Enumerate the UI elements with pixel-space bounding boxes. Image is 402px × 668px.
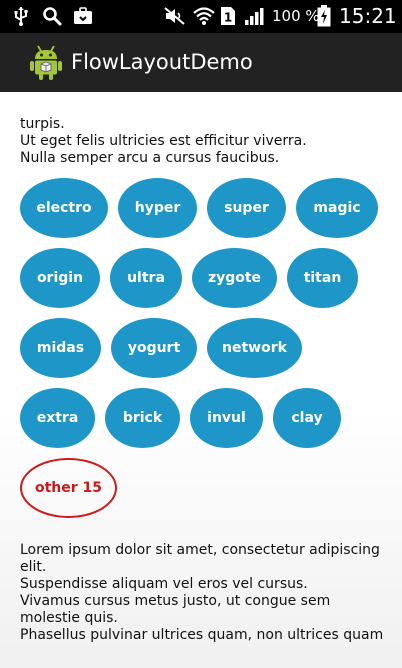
text-line: Ut eget felis ultricies est efficitur vi…	[20, 133, 307, 149]
text-line: Nulla semper arcu a cursus faucibus.	[20, 150, 280, 166]
briefcase-icon	[72, 5, 94, 27]
tag-origin[interactable]: origin	[20, 248, 100, 308]
svg-text:1: 1	[224, 11, 232, 25]
tag-invul[interactable]: invul	[190, 388, 263, 448]
signal-icon	[243, 5, 267, 27]
tag-magic[interactable]: magic	[296, 178, 378, 238]
text-line: Suspendisse aliquam vel eros vel cursus.	[20, 576, 308, 592]
tag-electro[interactable]: electro	[20, 178, 108, 238]
tag-yogurt[interactable]: yogurt	[111, 318, 197, 378]
top-text-block: turpis. Ut eget felis ultricies est effi…	[20, 116, 390, 167]
clock: 15:21	[339, 4, 397, 28]
text-line: turpis.	[20, 116, 65, 132]
tag-brick[interactable]: brick	[105, 388, 180, 448]
sim-icon: 1	[219, 5, 237, 27]
tag-other-more[interactable]: other 15	[20, 458, 117, 518]
tag-clay[interactable]: clay	[273, 388, 341, 448]
tag-ultra[interactable]: ultra	[110, 248, 182, 308]
mute-icon	[163, 5, 187, 27]
tag-extra[interactable]: extra	[20, 388, 95, 448]
battery-icon	[316, 5, 332, 27]
bottom-text-block: Lorem ipsum dolor sit amet, consectetur …	[20, 542, 390, 644]
wifi-icon	[192, 5, 216, 27]
status-bar: 1 100 % 15:21	[0, 0, 402, 33]
text-line: Vivamus cursus metus justo, ut congue se…	[20, 593, 331, 626]
tag-midas[interactable]: midas	[20, 318, 101, 378]
tag-titan[interactable]: titan	[287, 248, 358, 308]
tag-super[interactable]: super	[207, 178, 286, 238]
text-line: Lorem ipsum dolor sit amet, consectetur …	[20, 542, 380, 575]
tag-network[interactable]: network	[207, 318, 302, 378]
tag-hyper[interactable]: hyper	[118, 178, 197, 238]
tag-zygote[interactable]: zygote	[192, 248, 277, 308]
search-icon	[41, 5, 63, 27]
action-bar: FlowLayoutDemo	[0, 33, 402, 92]
app-title: FlowLayoutDemo	[71, 50, 253, 74]
content-scroll-area[interactable]: turpis. Ut eget felis ultricies est effi…	[0, 92, 402, 668]
text-line: Phasellus pulvinar ultrices quam, non ul…	[20, 627, 384, 643]
battery-percent: 100 %	[272, 7, 320, 25]
usb-icon	[12, 5, 30, 27]
android-app-icon[interactable]	[29, 43, 63, 81]
